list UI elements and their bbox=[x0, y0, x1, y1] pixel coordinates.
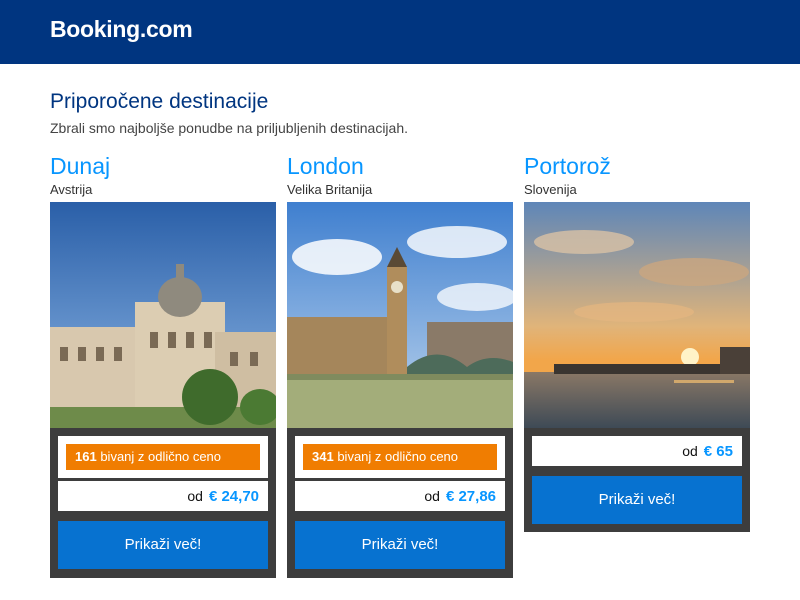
price-box: od € 65 bbox=[532, 436, 742, 466]
top-header-bar: Booking.com bbox=[0, 0, 800, 64]
show-more-button[interactable]: Prikaži več! bbox=[295, 521, 505, 569]
price-box: od € 24,70 bbox=[58, 481, 268, 511]
destination-panel-dunaj: 161 bivanj z odlično ceno od € 24,70 Prik… bbox=[50, 428, 276, 578]
deals-text: bivanj z odlično ceno bbox=[100, 449, 222, 464]
deals-count: 341 bbox=[312, 449, 334, 464]
destination-header-london: London Velika Britanija bbox=[287, 152, 513, 199]
deals-badge: 161 bivanj z odlično ceno bbox=[66, 444, 260, 470]
show-more-button[interactable]: Prikaži več! bbox=[58, 521, 268, 569]
destination-name[interactable]: London bbox=[287, 152, 513, 180]
deals-count: 161 bbox=[75, 449, 97, 464]
price-amount: € 24,70 bbox=[208, 488, 259, 505]
destination-photo-dunaj[interactable] bbox=[50, 202, 276, 428]
destination-photo-portoroz[interactable] bbox=[524, 202, 750, 428]
destination-country: Slovenija bbox=[524, 182, 577, 197]
price-amount: € 65 bbox=[703, 443, 733, 460]
destination-name[interactable]: Dunaj bbox=[50, 152, 276, 180]
section-title: Priporočene destinacije bbox=[50, 90, 269, 113]
destination-header-dunaj: Dunaj Avstrija bbox=[50, 152, 276, 199]
destination-country: Avstrija bbox=[50, 182, 93, 197]
price-prefix: od bbox=[424, 488, 440, 504]
price-prefix: od bbox=[682, 443, 698, 459]
destination-name[interactable]: Portorož bbox=[524, 152, 750, 180]
destination-photo-london[interactable] bbox=[287, 202, 513, 428]
price-amount: € 27,86 bbox=[445, 488, 496, 505]
deals-badge: 341 bivanj z odlično ceno bbox=[303, 444, 497, 470]
deals-box: 161 bivanj z odlično ceno bbox=[58, 436, 268, 478]
price-prefix: od bbox=[187, 488, 203, 504]
price-box: od € 27,86 bbox=[295, 481, 505, 511]
deals-text: bivanj z odlično ceno bbox=[337, 449, 459, 464]
deals-box: 341 bivanj z odlično ceno bbox=[295, 436, 505, 478]
show-more-button[interactable]: Prikaži več! bbox=[532, 476, 742, 524]
destination-panel-portoroz: od € 65 Prikaži več! bbox=[524, 428, 750, 532]
destination-header-portoroz: Portorož Slovenija bbox=[524, 152, 750, 199]
section-subtitle: Zbrali smo najboljše ponudbe na priljubl… bbox=[50, 120, 408, 136]
destination-panel-london: 341 bivanj z odlično ceno od € 27,86 Prik… bbox=[287, 428, 513, 578]
destination-country: Velika Britanija bbox=[287, 182, 373, 197]
booking-logo[interactable]: Booking.com bbox=[50, 16, 193, 43]
